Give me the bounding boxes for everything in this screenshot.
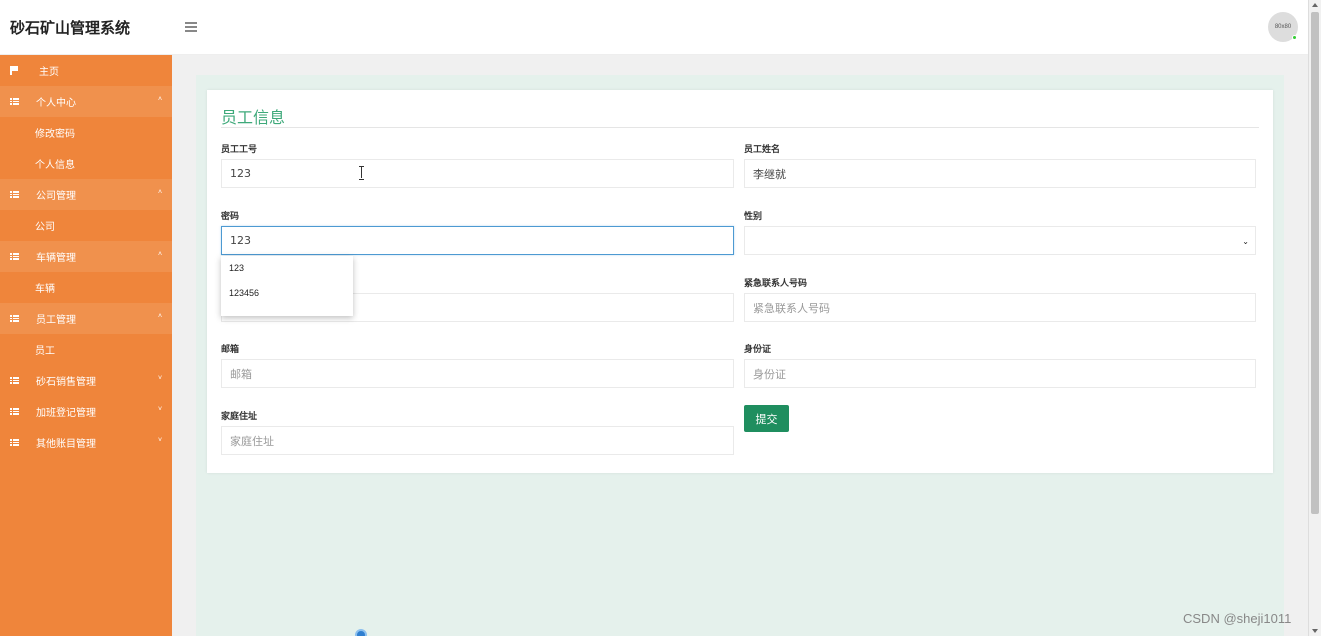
avatar[interactable]: 80x80	[1268, 12, 1298, 42]
list-icon	[10, 377, 19, 384]
list-icon	[10, 98, 19, 105]
top-header: 砂石矿山管理系统 80x80	[0, 0, 1308, 55]
gender-select[interactable]: ⌄	[744, 226, 1256, 255]
sidebar-group-vehicle[interactable]: 车辆管理 ˄	[0, 241, 172, 272]
sidebar-item-label: 员工	[35, 346, 55, 357]
chevron-up-icon: ˄	[158, 313, 163, 320]
submit-button[interactable]: 提交	[744, 405, 789, 432]
autocomplete-option[interactable]: 123456	[221, 281, 353, 306]
emergency-phone-input[interactable]: 紧急联系人号码	[744, 293, 1256, 322]
email-input[interactable]: 邮箱	[221, 359, 734, 388]
sidebar-item-label: 砂石销售管理	[36, 377, 96, 388]
autocomplete-dropdown: 123 123456	[221, 256, 353, 316]
page-scrollbar[interactable]	[1308, 0, 1321, 636]
list-icon	[10, 408, 19, 415]
list-icon	[10, 253, 19, 260]
sidebar-group-company[interactable]: 公司管理 ˄	[0, 179, 172, 210]
text-cursor-icon	[359, 166, 364, 180]
password-value: 123	[230, 234, 251, 247]
floating-dot-icon[interactable]	[355, 629, 367, 636]
sidebar-item-change-password[interactable]: 修改密码	[0, 117, 172, 148]
scrollbar-thumb[interactable]	[1311, 12, 1319, 514]
password-input[interactable]: 123	[221, 226, 734, 255]
chevron-up-icon: ˄	[158, 251, 163, 258]
sidebar-item-label: 修改密码	[35, 129, 75, 140]
list-icon	[10, 191, 19, 198]
chevron-up-icon: ˄	[158, 189, 163, 196]
email-label: 邮箱	[221, 344, 240, 354]
sidebar-item-employee[interactable]: 员工	[0, 334, 172, 365]
sidebar-item-home[interactable]: 主页	[0, 55, 172, 86]
sidebar-item-label: 员工管理	[36, 315, 76, 326]
employee-form-card: 员工信息	[207, 90, 1273, 473]
chevron-down-icon: ⌄	[1242, 237, 1249, 246]
chevron-down-icon: ˅	[158, 406, 163, 413]
sidebar: 主页 个人中心 ˄ 修改密码 个人信息 公司管理 ˄ 公司 车辆管理 ˄ 车辆 …	[0, 55, 172, 636]
avatar-placeholder-text: 80x80	[1274, 24, 1292, 30]
sidebar-item-company[interactable]: 公司	[0, 210, 172, 241]
chevron-down-icon: ˅	[158, 437, 163, 444]
id-card-input[interactable]: 身份证	[744, 359, 1256, 388]
employee-name-input[interactable]: 李继就	[744, 159, 1256, 188]
watermark: CSDN @sheji1011	[1183, 611, 1292, 626]
sidebar-group-overtime[interactable]: 加班登记管理 ˅	[0, 396, 172, 427]
scroll-down-icon[interactable]	[1312, 629, 1318, 633]
employee-id-input[interactable]: 123	[221, 159, 734, 188]
online-status-dot	[1292, 35, 1297, 40]
sidebar-item-label: 车辆	[35, 284, 55, 295]
employee-id-value: 123	[230, 167, 251, 180]
sidebar-item-label: 公司管理	[36, 191, 76, 202]
form-title: 员工信息	[221, 110, 286, 127]
chevron-down-icon: ˅	[158, 375, 163, 382]
address-placeholder: 家庭住址	[230, 434, 274, 448]
sidebar-item-label: 个人信息	[35, 160, 75, 171]
gender-label: 性别	[744, 211, 763, 221]
emergency-phone-placeholder: 紧急联系人号码	[753, 301, 830, 315]
list-icon	[10, 315, 19, 322]
sidebar-group-other-accounts[interactable]: 其他账目管理 ˅	[0, 427, 172, 458]
app-title: 砂石矿山管理系统	[10, 19, 131, 37]
chevron-up-icon: ˄	[158, 96, 163, 103]
list-icon	[10, 439, 19, 446]
title-divider	[221, 127, 1259, 128]
password-label: 密码	[221, 211, 240, 221]
scroll-up-icon[interactable]	[1312, 3, 1318, 7]
sidebar-group-employee[interactable]: 员工管理 ˄	[0, 303, 172, 334]
employee-name-value: 李继就	[753, 167, 786, 181]
sidebar-item-label: 个人中心	[36, 98, 76, 109]
sidebar-item-label: 其他账目管理	[36, 439, 96, 450]
hamburger-menu-icon[interactable]	[185, 17, 199, 35]
sidebar-item-label: 车辆管理	[36, 253, 76, 264]
id-card-placeholder: 身份证	[753, 367, 786, 381]
sidebar-group-sand-sales[interactable]: 砂石销售管理 ˅	[0, 365, 172, 396]
id-card-label: 身份证	[744, 344, 772, 354]
sidebar-item-vehicle[interactable]: 车辆	[0, 272, 172, 303]
flag-icon	[10, 66, 19, 75]
emergency-phone-label: 紧急联系人号码	[744, 278, 808, 288]
sidebar-item-personal-info[interactable]: 个人信息	[0, 148, 172, 179]
sidebar-item-label: 主页	[39, 67, 59, 78]
email-placeholder: 邮箱	[230, 367, 252, 381]
address-label: 家庭住址	[221, 411, 258, 421]
autocomplete-option[interactable]: 123	[221, 256, 353, 281]
sidebar-item-label: 公司	[35, 222, 55, 233]
employee-id-label: 员工工号	[221, 144, 258, 154]
employee-name-label: 员工姓名	[744, 144, 781, 154]
sidebar-group-personal-center[interactable]: 个人中心 ˄	[0, 86, 172, 117]
sidebar-item-label: 加班登记管理	[36, 408, 96, 419]
address-input[interactable]: 家庭住址	[221, 426, 734, 455]
